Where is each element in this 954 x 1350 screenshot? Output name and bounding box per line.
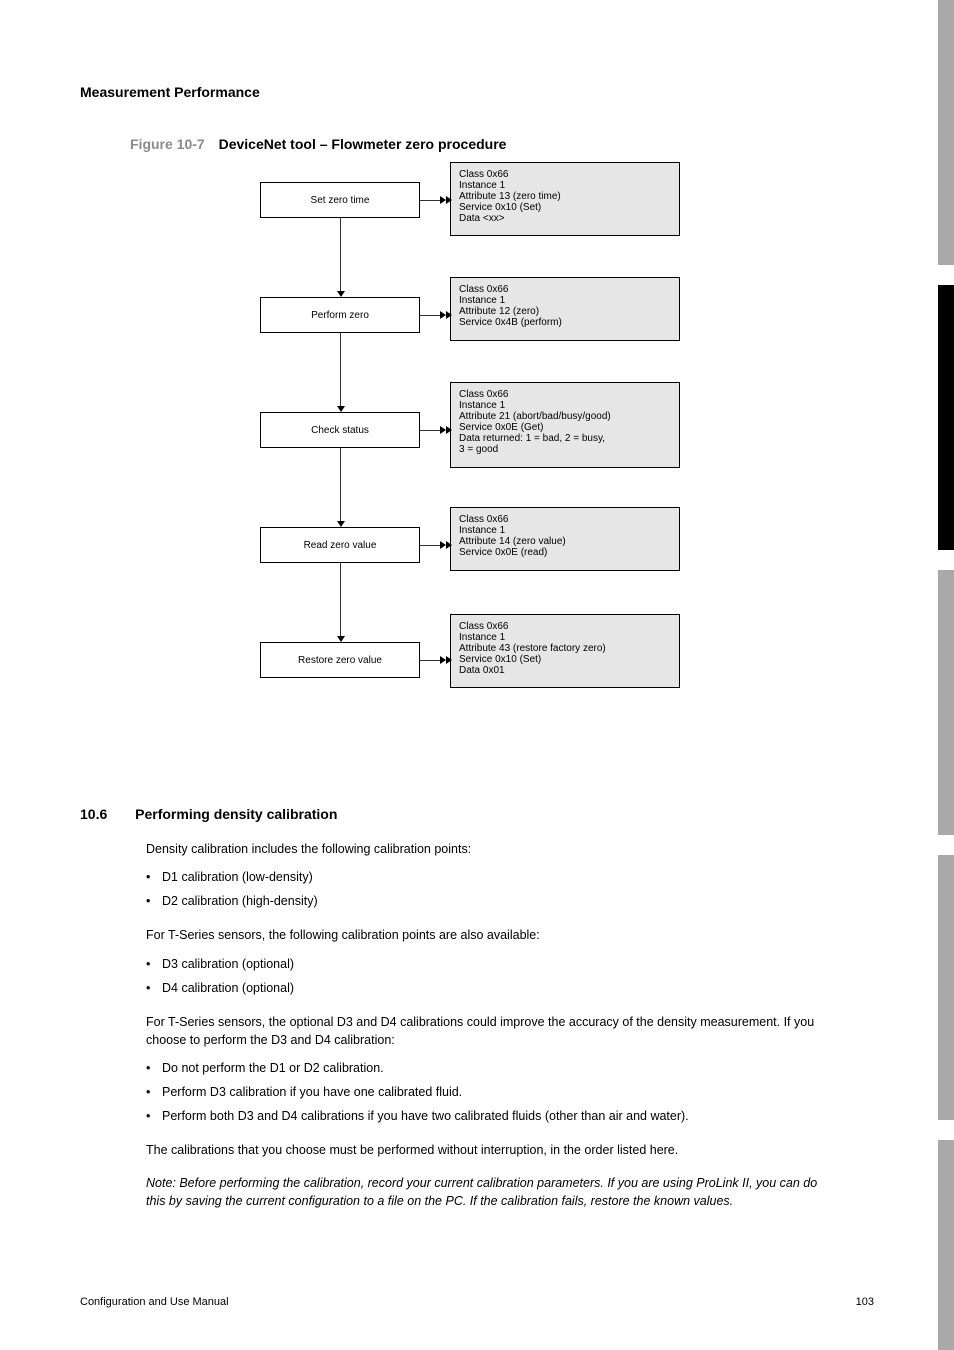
footer-right: 103 (856, 1296, 874, 1308)
step-perform-zero: Perform zero (260, 297, 420, 333)
desc-line: Class 0x66 (459, 284, 671, 295)
connector (340, 563, 341, 637)
side-seg (938, 570, 954, 835)
arrow-down-icon (337, 291, 345, 297)
body: Density calibration includes the followi… (146, 840, 826, 1210)
note: Note: Before performing the calibration,… (146, 1174, 826, 1210)
section-number: 10.6 (80, 806, 107, 822)
arrow-down-icon (337, 636, 345, 642)
bullet-item: •Perform both D3 and D4 calibrations if … (146, 1107, 826, 1125)
desc-line: Class 0x66 (459, 169, 671, 180)
footer-left: Configuration and Use Manual (80, 1296, 229, 1308)
bullet-text: D4 calibration (optional) (162, 979, 294, 997)
step-restore-zero: Restore zero value (260, 642, 420, 678)
paragraph: Density calibration includes the followi… (146, 840, 826, 858)
bullet-item: •D1 calibration (low-density) (146, 868, 826, 886)
side-seg-active (938, 285, 954, 550)
desc-set-zero-time: Class 0x66 Instance 1 Attribute 13 (zero… (450, 162, 680, 236)
desc-read-zero: Class 0x66 Instance 1 Attribute 14 (zero… (450, 507, 680, 571)
desc-perform-zero: Class 0x66 Instance 1 Attribute 12 (zero… (450, 277, 680, 341)
desc-line: Service 0x0E (Get) (459, 422, 671, 433)
flowchart: Set zero time Perform zero Check status … (250, 162, 680, 772)
step-set-zero-time: Set zero time (260, 182, 420, 218)
desc-line: Attribute 14 (zero value) (459, 536, 671, 547)
arrow-down-icon (337, 521, 345, 527)
desc-line: Service 0x0E (read) (459, 547, 671, 558)
paragraph: The calibrations that you choose must be… (146, 1141, 826, 1159)
connector (340, 218, 341, 292)
desc-line: 3 = good (459, 444, 671, 455)
figure-number: Figure 10-7 (130, 136, 205, 152)
section-heading: 10.6 Performing density calibration (80, 806, 337, 822)
desc-line: Instance 1 (459, 525, 671, 536)
desc-restore-zero: Class 0x66 Instance 1 Attribute 43 (rest… (450, 614, 680, 688)
footer: Configuration and Use Manual 103 (80, 1296, 874, 1308)
side-seg (938, 855, 954, 1120)
paragraph: For T-Series sensors, the following cali… (146, 926, 826, 944)
bullet-text: Perform both D3 and D4 calibrations if y… (162, 1107, 689, 1125)
desc-line: Data <xx> (459, 213, 671, 224)
desc-line: Data 0x01 (459, 665, 671, 676)
desc-line: Class 0x66 (459, 389, 671, 400)
desc-line: Service 0x10 (Set) (459, 654, 671, 665)
desc-line: Attribute 12 (zero) (459, 306, 671, 317)
sidebar-tabs: Defaults and Menus Measurement Performan… (884, 0, 954, 1350)
desc-line: Class 0x66 (459, 621, 671, 632)
bullet-text: D1 calibration (low-density) (162, 868, 313, 886)
section-title: Performing density calibration (135, 806, 337, 822)
desc-line: Service 0x10 (Set) (459, 202, 671, 213)
side-label-trouble: Troubleshooting (921, 380, 932, 620)
arrow-down-icon (337, 406, 345, 412)
side-label-defaults: Defaults and Menus (921, 0, 932, 50)
bullet-item: •D4 calibration (optional) (146, 979, 826, 997)
desc-line: Attribute 21 (abort/bad/busy/good) (459, 411, 671, 422)
figure-label: Figure 10-7 DeviceNet tool – Flowmeter z… (130, 136, 506, 152)
connector (340, 333, 341, 407)
running-head: Measurement Performance (80, 84, 260, 100)
desc-line: Instance 1 (459, 180, 671, 191)
side-label-measurement: Measurement Performance (921, 50, 932, 310)
desc-line: Class 0x66 (459, 514, 671, 525)
paragraph: For T-Series sensors, the optional D3 an… (146, 1013, 826, 1049)
desc-line: Instance 1 (459, 632, 671, 643)
bullet-item: •Perform D3 calibration if you have one … (146, 1083, 826, 1101)
bullet-text: Do not perform the D1 or D2 calibration. (162, 1059, 384, 1077)
bullet-text: Perform D3 calibration if you have one c… (162, 1083, 462, 1101)
desc-line: Instance 1 (459, 295, 671, 306)
bullet-item: •Do not perform the D1 or D2 calibration… (146, 1059, 826, 1077)
bullet-text: D3 calibration (optional) (162, 955, 294, 973)
bullet-item: •D2 calibration (high-density) (146, 892, 826, 910)
desc-line: Instance 1 (459, 400, 671, 411)
desc-line: Service 0x4B (perform) (459, 317, 671, 328)
connector (340, 448, 341, 522)
side-seg (938, 1140, 954, 1350)
desc-line: Data returned: 1 = bad, 2 = busy, (459, 433, 671, 444)
step-read-zero: Read zero value (260, 527, 420, 563)
bullet-item: •D3 calibration (optional) (146, 955, 826, 973)
step-check-status: Check status (260, 412, 420, 448)
desc-line: Attribute 13 (zero time) (459, 191, 671, 202)
desc-check-status: Class 0x66 Instance 1 Attribute 21 (abor… (450, 382, 680, 468)
bullet-text: D2 calibration (high-density) (162, 892, 318, 910)
side-seg (938, 0, 954, 265)
figure-caption: DeviceNet tool – Flowmeter zero procedur… (219, 136, 507, 152)
desc-line: Attribute 43 (restore factory zero) (459, 643, 671, 654)
